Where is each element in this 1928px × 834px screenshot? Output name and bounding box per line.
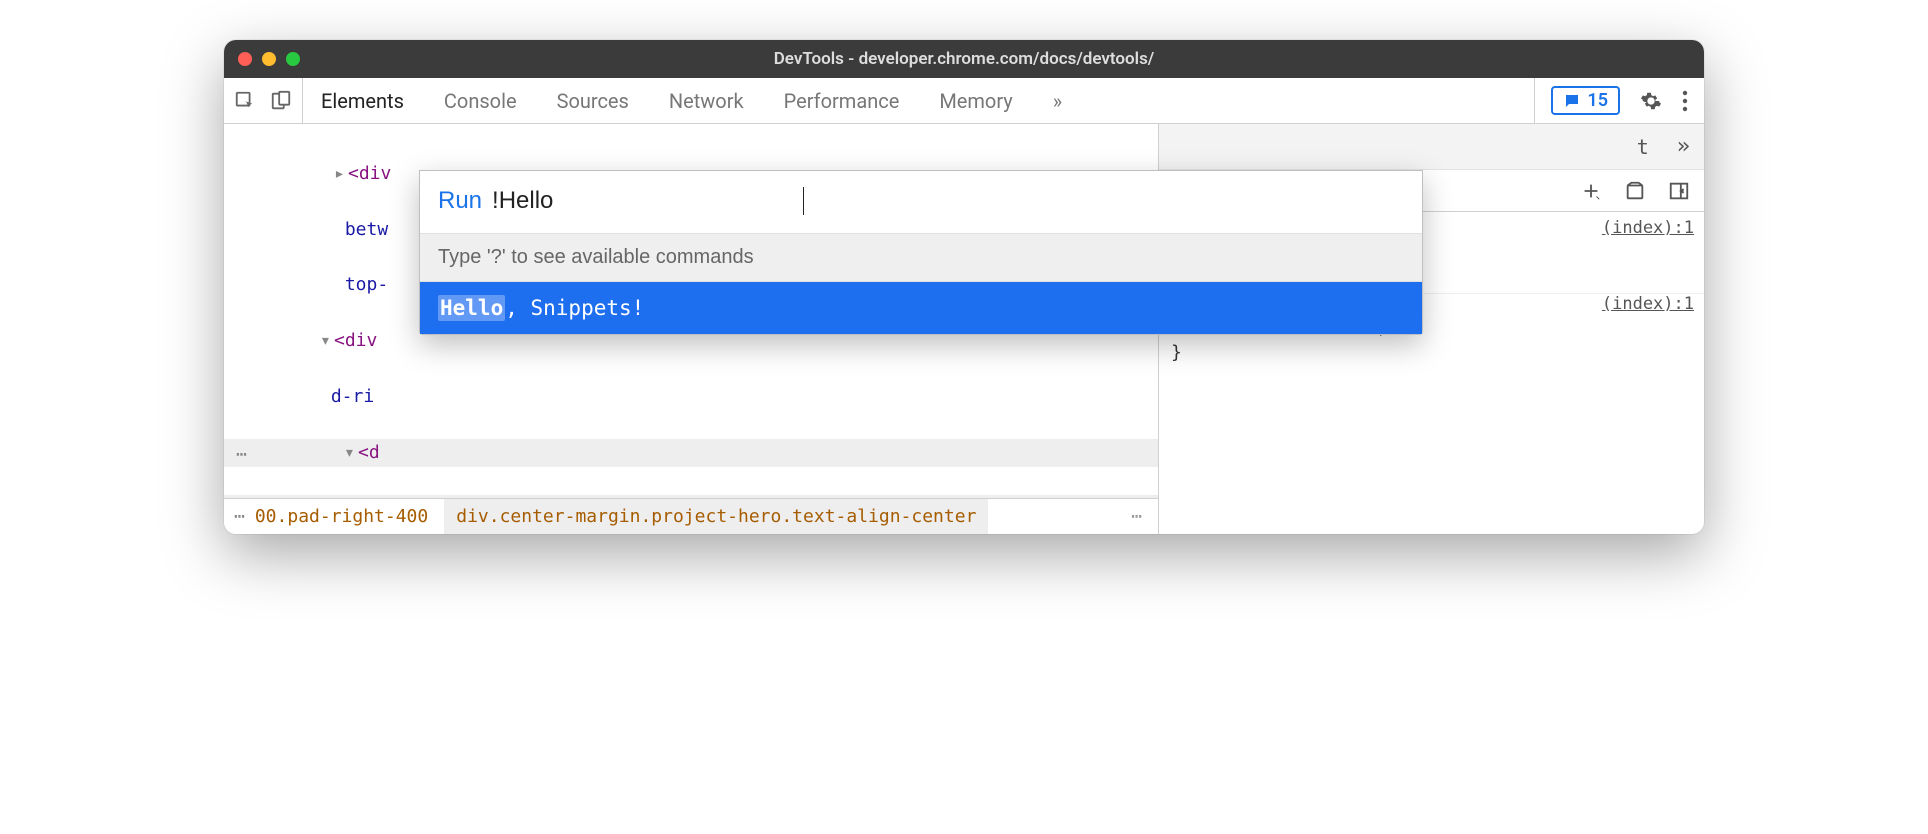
issues-count: 15 (1587, 90, 1608, 111)
tab-performance[interactable]: Performance (784, 89, 900, 113)
kebab-menu-icon[interactable] (1682, 90, 1688, 112)
breadcrumb-item[interactable]: 00.pad-right-400 (255, 506, 444, 527)
tab-sources[interactable]: Sources (557, 89, 629, 113)
selected-dom-node[interactable]: ⋯▾<d (224, 439, 1158, 467)
inspect-icon[interactable] (234, 90, 256, 112)
command-input-row: Run (420, 171, 1422, 233)
command-prefix: Run (438, 187, 482, 215)
panel-body: ▸<div betw top- ▾<div d-ri ⋯▾<d nte ▸<di… (224, 124, 1704, 534)
rule-source-link[interactable]: (index):1 (1602, 294, 1694, 314)
new-style-rule-icon[interactable] (1580, 180, 1602, 202)
breadcrumb-item-active[interactable]: div.center-margin.project-hero.text-alig… (444, 499, 988, 534)
command-input[interactable] (492, 187, 804, 215)
tab-memory[interactable]: Memory (939, 89, 1012, 113)
command-result-item[interactable]: Hello, Snippets! (420, 282, 1422, 334)
main-toolbar: Elements Console Sources Network Perform… (224, 78, 1704, 124)
result-match-highlight: Hello (438, 295, 505, 321)
truncated-tab[interactable]: t (1637, 135, 1649, 159)
breadcrumb-overflow-end-icon[interactable]: ⋯ (1131, 506, 1158, 527)
issues-badge[interactable]: 15 (1551, 86, 1620, 115)
window-title: DevTools - developer.chrome.com/docs/dev… (774, 49, 1155, 69)
toolbar-left (224, 78, 303, 123)
more-subtabs-icon[interactable]: » (1677, 134, 1690, 159)
devtools-window: DevTools - developer.chrome.com/docs/dev… (224, 40, 1704, 534)
panel-tabs: Elements Console Sources Network Perform… (303, 78, 1534, 123)
styles-sub-tabs: t » (1159, 124, 1704, 170)
command-palette: Run Type '?' to see available commands H… (419, 170, 1423, 335)
rule-source-link[interactable]: (index):1 (1602, 218, 1694, 238)
minimize-window-button[interactable] (262, 52, 276, 66)
tab-network[interactable]: Network (669, 89, 744, 113)
toolbar-right: 15 (1534, 78, 1704, 123)
titlebar: DevTools - developer.chrome.com/docs/dev… (224, 40, 1704, 78)
breadcrumb: ⋯ 00.pad-right-400 div.center-margin.pro… (224, 498, 1158, 534)
tab-console[interactable]: Console (444, 89, 517, 113)
result-rest: , Snippets! (505, 296, 644, 320)
command-hint: Type '?' to see available commands (420, 233, 1422, 282)
window-controls (238, 52, 300, 66)
settings-icon[interactable] (1640, 90, 1662, 112)
tab-elements[interactable]: Elements (321, 89, 404, 113)
device-toggle-icon[interactable] (270, 90, 292, 112)
toggle-computed-icon[interactable] (1624, 180, 1646, 202)
breadcrumb-overflow-icon[interactable]: ⋯ (224, 506, 255, 527)
maximize-window-button[interactable] (286, 52, 300, 66)
toggle-sidebar-icon[interactable] (1668, 180, 1690, 202)
more-tabs-icon[interactable]: » (1053, 89, 1062, 113)
close-window-button[interactable] (238, 52, 252, 66)
